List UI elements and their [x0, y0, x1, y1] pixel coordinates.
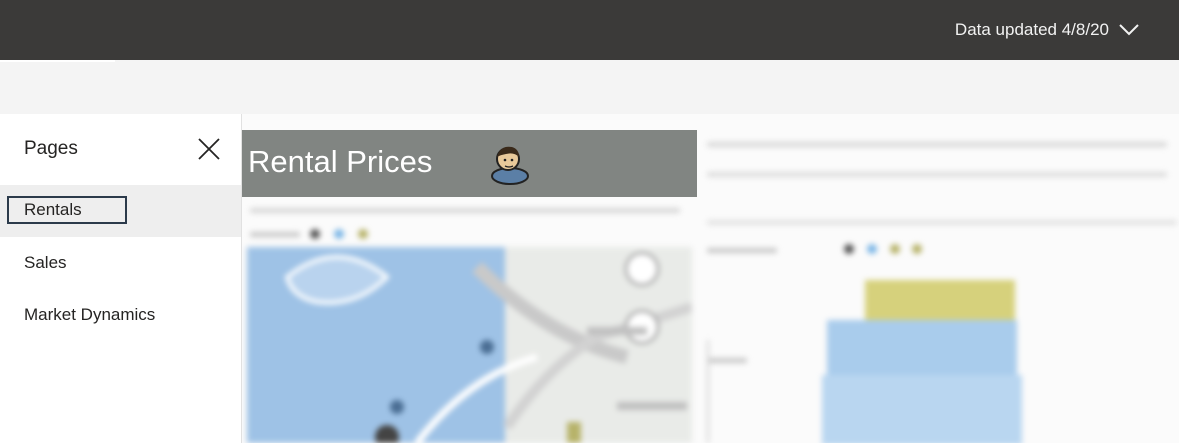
pages-title: Pages [24, 138, 78, 159]
map-visual [247, 247, 692, 443]
chevron-down-icon [1119, 24, 1139, 36]
page-item-rentals[interactable]: Rentals [0, 185, 241, 237]
person-avatar-icon [488, 142, 532, 186]
data-updated-dropdown[interactable]: Data updated 4/8/20 [955, 0, 1139, 60]
report-toolbar-area [0, 60, 1179, 114]
page-label-sales: Sales [24, 253, 67, 272]
report-canvas: Rental Prices [242, 114, 1179, 443]
data-updated-label: Data updated 4/8/20 [954, 20, 1109, 39]
page-item-sales[interactable]: Sales [0, 237, 241, 289]
close-icon[interactable] [196, 136, 222, 162]
pages-panel: Pages Rentals Sales Market Dynamics [0, 114, 242, 443]
page-label-rentals: Rentals [7, 196, 127, 224]
top-bar: Data updated 4/8/20 [0, 0, 1179, 60]
page-item-market-dynamics[interactable]: Market Dynamics [0, 289, 241, 341]
report-title: Rental Prices [248, 144, 433, 179]
matrix-visual [697, 130, 1179, 443]
report-header: Rental Prices [242, 130, 697, 197]
page-label-market-dynamics: Market Dynamics [24, 305, 156, 324]
tab-indicator [0, 60, 115, 62]
